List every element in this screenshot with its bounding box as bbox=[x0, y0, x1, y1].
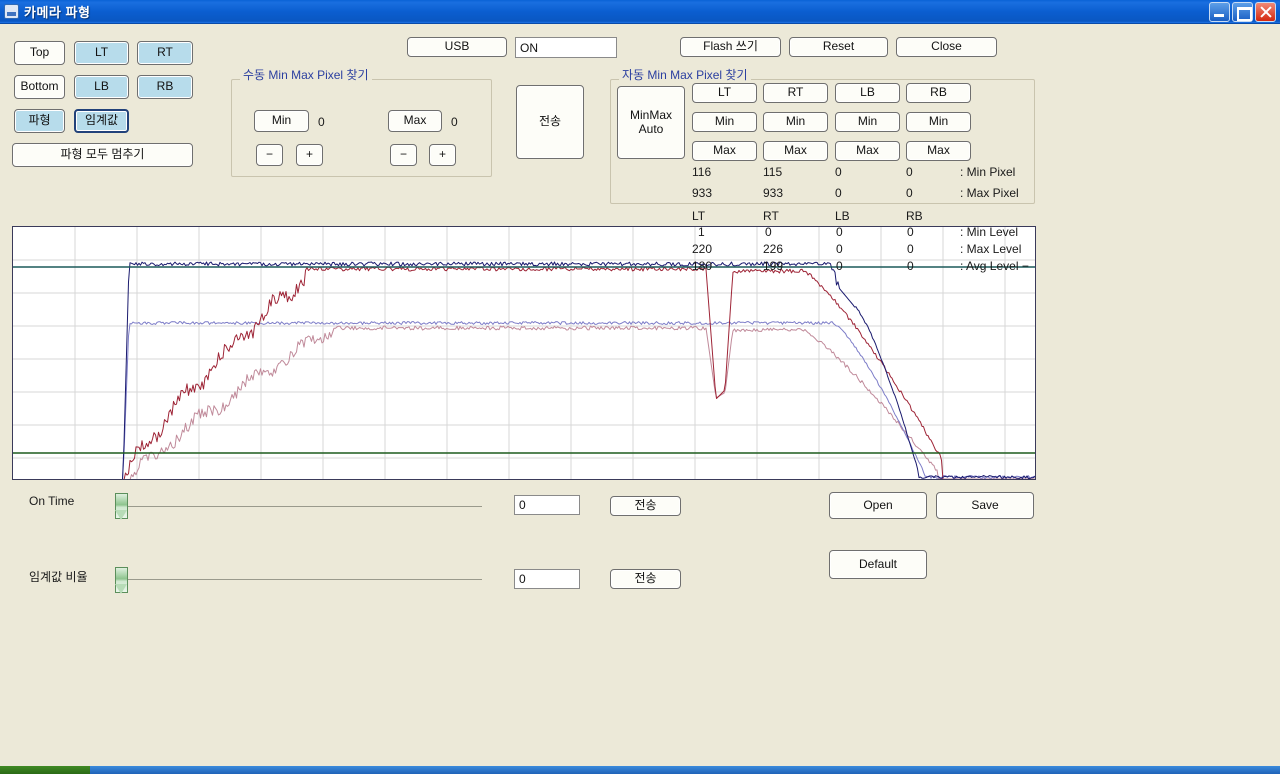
manual-min-button[interactable]: Min bbox=[254, 110, 309, 132]
min-level-lb-value: 0 bbox=[836, 225, 843, 239]
manual-minmax-group-title: 수동 Min Max Pixel 찾기 bbox=[240, 66, 372, 83]
taskbar-strip bbox=[90, 766, 1280, 774]
reset-button[interactable]: Reset bbox=[789, 37, 888, 57]
min-pixel-lt-value: 116 bbox=[692, 165, 712, 179]
auto-lb-max-button[interactable]: Max bbox=[835, 141, 900, 161]
manual-min-increment-button[interactable]: + bbox=[296, 144, 323, 166]
max-level-lt-value: 220 bbox=[692, 242, 713, 256]
manual-max-button[interactable]: Max bbox=[388, 110, 442, 132]
slider-on-time-thumb[interactable] bbox=[115, 493, 128, 520]
on-time-send-button[interactable]: 전송 bbox=[610, 496, 681, 516]
auto-channel-lt-button[interactable]: LT bbox=[692, 83, 757, 103]
window-title: 카메라 파형 bbox=[24, 5, 91, 20]
slider-threshold-ratio-label: 임계값 비율 bbox=[29, 570, 88, 584]
threshold-ratio-send-button[interactable]: 전송 bbox=[610, 569, 681, 589]
min-level-rt-value: 0 bbox=[765, 225, 772, 239]
button-stop-all-waveforms[interactable]: 파형 모두 멈추기 bbox=[12, 143, 193, 167]
waveform-chart[interactable] bbox=[12, 226, 1036, 480]
max-level-rb-value: 0 bbox=[907, 242, 914, 256]
level-header-rb: RB bbox=[906, 209, 923, 223]
send-button[interactable]: 전송 bbox=[516, 85, 584, 159]
level-header-lt: LT bbox=[692, 209, 706, 223]
min-level-caption: : Min Level bbox=[960, 225, 1019, 239]
button-lt[interactable]: LT bbox=[74, 41, 129, 65]
button-top[interactable]: Top bbox=[14, 41, 65, 65]
min-pixel-lb-value: 0 bbox=[835, 165, 842, 179]
manual-max-value: 0 bbox=[451, 115, 458, 129]
auto-channel-rb-button[interactable]: RB bbox=[906, 83, 971, 103]
save-button[interactable]: Save bbox=[936, 492, 1034, 519]
window-icon bbox=[4, 4, 19, 19]
auto-lt-min-button[interactable]: Min bbox=[692, 112, 757, 132]
usb-button[interactable]: USB bbox=[407, 37, 507, 57]
min-pixel-rt-value: 115 bbox=[763, 165, 783, 179]
minimize-button[interactable] bbox=[1209, 2, 1230, 22]
auto-minmax-group-title: 자동 Min Max Pixel 찾기 bbox=[619, 66, 751, 83]
window-controls bbox=[1209, 1, 1280, 22]
title-bar: 카메라 파형 bbox=[0, 0, 1280, 24]
close-window-button[interactable] bbox=[1255, 2, 1276, 22]
auto-rt-max-button[interactable]: Max bbox=[763, 141, 828, 161]
close-button[interactable]: Close bbox=[896, 37, 997, 57]
max-level-lb-value: 0 bbox=[836, 242, 843, 256]
max-pixel-rb-value: 0 bbox=[906, 186, 913, 200]
minmax-auto-label: MinMax Auto bbox=[629, 107, 672, 136]
level-header-rt: RT bbox=[763, 209, 779, 223]
avg-level-caption: : Avg Level − bbox=[960, 259, 1029, 273]
min-pixel-caption: : Min Pixel bbox=[960, 165, 1016, 179]
button-bottom[interactable]: Bottom bbox=[14, 75, 65, 99]
slider-on-time-track[interactable] bbox=[120, 506, 482, 507]
auto-lb-min-button[interactable]: Min bbox=[835, 112, 900, 132]
threshold-ratio-value-field[interactable]: 0 bbox=[514, 569, 580, 589]
avg-level-rt-value: 199 bbox=[763, 259, 784, 273]
manual-max-increment-button[interactable]: + bbox=[429, 144, 456, 166]
auto-channel-lb-button[interactable]: LB bbox=[835, 83, 900, 103]
auto-rb-max-button[interactable]: Max bbox=[906, 141, 971, 161]
max-level-rt-value: 226 bbox=[763, 242, 784, 256]
flash-write-button[interactable]: Flash 쓰기 bbox=[680, 37, 781, 57]
button-rt[interactable]: RT bbox=[137, 41, 193, 65]
on-time-value-field[interactable]: 0 bbox=[514, 495, 580, 515]
slider-threshold-ratio-thumb[interactable] bbox=[115, 567, 128, 594]
min-pixel-rb-value: 0 bbox=[906, 165, 913, 179]
default-button[interactable]: Default bbox=[829, 550, 927, 579]
manual-max-decrement-button[interactable]: − bbox=[390, 144, 417, 166]
min-level-rb-value: 0 bbox=[907, 225, 914, 239]
auto-channel-rt-button[interactable]: RT bbox=[763, 83, 828, 103]
avg-level-lb-value: 0 bbox=[836, 259, 843, 273]
waveform-chart-svg bbox=[13, 227, 1035, 479]
max-pixel-lb-value: 0 bbox=[835, 186, 842, 200]
maximize-button[interactable] bbox=[1232, 2, 1253, 22]
level-header-lb: LB bbox=[835, 209, 850, 223]
button-waveform[interactable]: 파형 bbox=[14, 109, 65, 133]
auto-rt-min-button[interactable]: Min bbox=[763, 112, 828, 132]
manual-min-value: 0 bbox=[318, 115, 325, 129]
minmax-auto-button[interactable]: MinMax Auto bbox=[617, 86, 685, 159]
max-pixel-caption: : Max Pixel bbox=[960, 186, 1019, 200]
manual-min-decrement-button[interactable]: − bbox=[256, 144, 283, 166]
slider-threshold-ratio-track[interactable] bbox=[120, 579, 482, 580]
max-pixel-rt-value: 933 bbox=[763, 186, 784, 200]
status-field[interactable]: ON bbox=[515, 37, 617, 58]
button-rb[interactable]: RB bbox=[137, 75, 193, 99]
open-button[interactable]: Open bbox=[829, 492, 927, 519]
button-threshold[interactable]: 임계값 bbox=[74, 109, 129, 133]
button-lb[interactable]: LB bbox=[74, 75, 129, 99]
auto-lt-max-button[interactable]: Max bbox=[692, 141, 757, 161]
avg-level-rb-value: 0 bbox=[907, 259, 914, 273]
slider-on-time-label: On Time bbox=[29, 494, 75, 508]
max-pixel-lt-value: 933 bbox=[692, 186, 713, 200]
auto-rb-min-button[interactable]: Min bbox=[906, 112, 971, 132]
taskbar-start-strip bbox=[0, 766, 90, 774]
avg-level-lt-value: 180 bbox=[692, 259, 713, 273]
min-level-lt-value: 1 bbox=[698, 225, 705, 239]
max-level-caption: : Max Level bbox=[960, 242, 1022, 256]
